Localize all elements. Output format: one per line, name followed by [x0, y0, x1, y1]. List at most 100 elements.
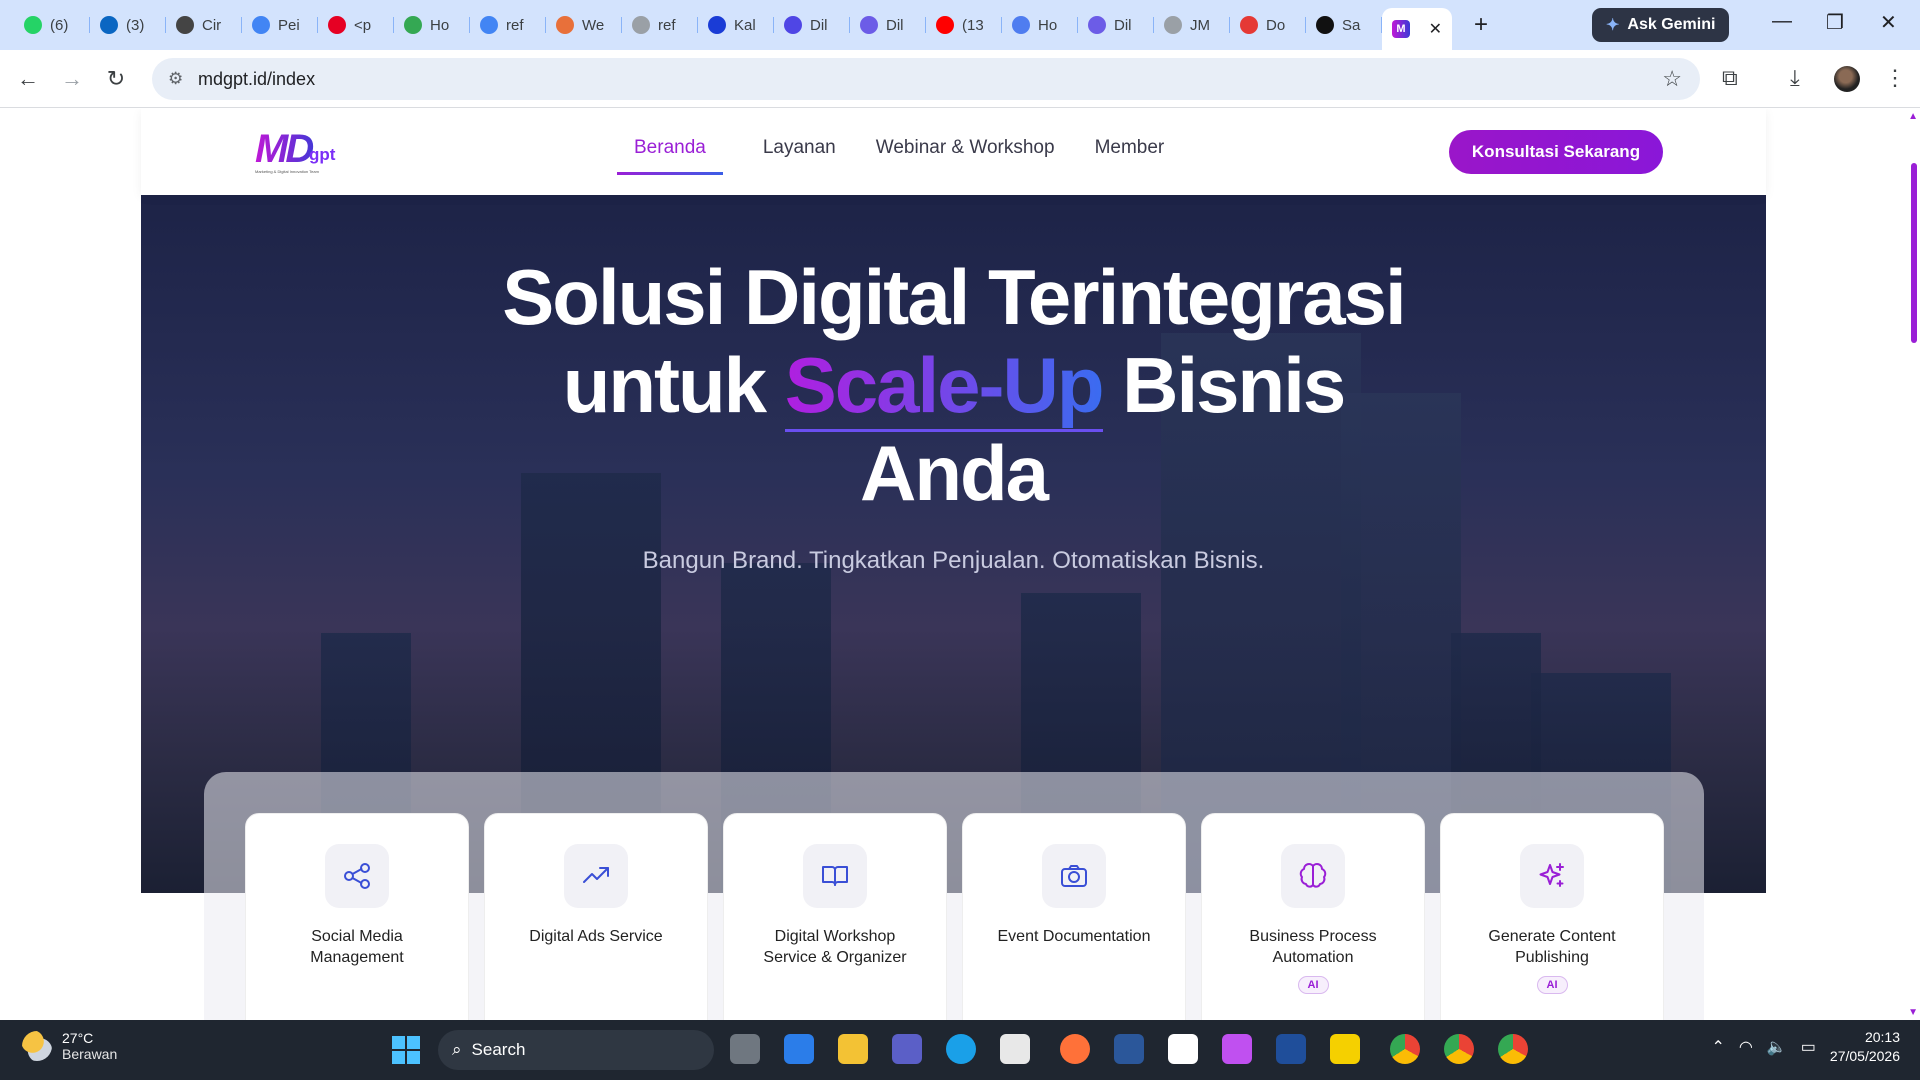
azure-icon[interactable] — [1276, 1034, 1306, 1064]
scrollbar-thumb[interactable] — [1911, 163, 1917, 343]
tab-label: We — [582, 16, 605, 34]
service-title: Digital Ads Service — [529, 928, 663, 945]
service-title: Social Media Management — [310, 928, 404, 966]
browser-tab[interactable]: Pei — [242, 8, 318, 42]
service-card[interactable]: Business Process Automation AI — [1201, 813, 1425, 1020]
teams-icon[interactable] — [892, 1034, 922, 1064]
browser-tab[interactable]: <p — [318, 8, 394, 42]
s-icon — [1316, 16, 1334, 34]
nav-beranda[interactable]: Beranda — [617, 137, 723, 175]
scroll-down-icon[interactable]: ▼ — [1908, 1007, 1918, 1018]
chrome-profile-icon[interactable] — [1498, 1034, 1528, 1064]
reload-icon[interactable]: ↻ — [94, 66, 138, 92]
sparkles-icon — [1520, 844, 1584, 908]
word-icon[interactable] — [1114, 1034, 1144, 1064]
scroll-up-icon[interactable]: ▲ — [1908, 111, 1918, 122]
browser-tab[interactable]: Cir — [166, 8, 242, 42]
close-tab-icon[interactable]: ✕ — [1429, 19, 1442, 39]
nav-layanan[interactable]: Layanan — [763, 137, 836, 167]
copilot-icon[interactable] — [1222, 1034, 1252, 1064]
share-icon — [325, 844, 389, 908]
service-card[interactable]: Digital Workshop Service & Organizer — [723, 813, 947, 1020]
main-menu: Beranda Layanan Webinar & Workshop Membe… — [617, 137, 1165, 175]
browser-tab[interactable]: Ho — [1002, 8, 1078, 42]
service-card[interactable]: Digital Ads Service — [484, 813, 708, 1020]
edge-icon[interactable] — [946, 1034, 976, 1064]
weather-widget[interactable]: 27°C Berawan — [22, 1030, 117, 1062]
loading-icon — [1164, 16, 1182, 34]
forward-icon[interactable]: → — [50, 66, 94, 92]
gemini-icon: ✦ — [1606, 17, 1620, 34]
service-card[interactable]: Generate Content Publishing AI — [1440, 813, 1664, 1020]
app-icon[interactable] — [1168, 1034, 1198, 1064]
battery-icon[interactable]: ▭ — [1801, 1037, 1816, 1057]
bookmark-star-icon[interactable]: ☆ — [1662, 66, 1682, 92]
sticky-notes-icon[interactable] — [1330, 1034, 1360, 1064]
close-window-icon[interactable]: ✕ — [1880, 10, 1897, 35]
clock[interactable]: 20:13 27/05/2026 — [1830, 1028, 1900, 1066]
browser-tab[interactable]: (6) — [14, 8, 90, 42]
browser-tab[interactable]: Kal — [698, 8, 774, 42]
browser-tab[interactable]: Do — [1230, 8, 1306, 42]
taskbar-search[interactable]: ⌕ Search — [438, 1030, 714, 1070]
search-placeholder: Search — [471, 1040, 526, 1059]
firefox-icon[interactable] — [1060, 1034, 1090, 1064]
volume-icon[interactable]: 🔈 — [1767, 1037, 1787, 1057]
page-scrollbar[interactable]: ▲ ▼ — [1906, 109, 1920, 1020]
address-bar[interactable]: ⚙ mdgpt.id/index ☆ — [152, 58, 1700, 100]
start-button[interactable] — [392, 1036, 420, 1064]
menu-dots-icon[interactable]: ⋮ — [1884, 65, 1906, 91]
browser-tab[interactable]: JM — [1154, 8, 1230, 42]
new-tab-button[interactable]: + — [1474, 11, 1488, 39]
chevron-up-icon[interactable]: ⌃ — [1712, 1037, 1725, 1057]
lens-search-icon[interactable]: ⧉ — [1722, 65, 1738, 91]
browser-tab[interactable]: Ho — [394, 8, 470, 42]
browser-tab[interactable]: ref — [470, 8, 546, 42]
browser-tab[interactable]: Dil — [850, 8, 926, 42]
browser-tab[interactable]: We — [546, 8, 622, 42]
browser-tab[interactable]: ref — [622, 8, 698, 42]
linkedin-icon — [100, 16, 118, 34]
tab-label: (3) — [126, 16, 145, 34]
c-icon — [1012, 16, 1030, 34]
active-tab[interactable]: M ✕ — [1382, 8, 1452, 50]
nav-webinar-workshop[interactable]: Webinar & Workshop — [876, 137, 1055, 167]
chrome-icon[interactable] — [1390, 1034, 1420, 1064]
url-text: mdgpt.id/index — [198, 68, 316, 89]
tab-label: Do — [1266, 16, 1286, 34]
browser-tab[interactable]: (13 — [926, 8, 1002, 42]
tab-label: Ho — [430, 16, 450, 34]
restore-icon[interactable]: ❐ — [1826, 10, 1844, 35]
heart-icon — [1240, 16, 1258, 34]
service-card[interactable]: Social Media Management — [245, 813, 469, 1020]
download-icon[interactable]: ⤓ — [1790, 65, 1800, 91]
heart-chat-icon — [1088, 16, 1106, 34]
ask-gemini-button[interactable]: ✦ Ask Gemini — [1592, 8, 1730, 42]
site-logo[interactable]: MD gpt Marketing & Digital Innovation Te… — [255, 129, 335, 174]
service-card[interactable]: Event Documentation — [962, 813, 1186, 1020]
store-icon[interactable] — [1000, 1034, 1030, 1064]
whatsapp-icon — [24, 16, 42, 34]
browser-tab[interactable]: Dil — [774, 8, 850, 42]
browser-tab[interactable]: Sa — [1306, 8, 1382, 42]
minimize-icon[interactable]: — — [1772, 10, 1792, 33]
file-explorer-icon[interactable] — [838, 1034, 868, 1064]
browser-tab[interactable]: (3) — [90, 8, 166, 42]
browser-tab[interactable]: Dil — [1078, 8, 1154, 42]
service-title: Digital Workshop Service & Organizer — [763, 928, 907, 966]
nav-member[interactable]: Member — [1095, 137, 1165, 167]
weather-condition: Berawan — [62, 1046, 118, 1062]
vscode-icon[interactable] — [784, 1034, 814, 1064]
consult-now-button[interactable]: Konsultasi Sekarang — [1449, 130, 1663, 174]
hero-headline: Solusi Digital Terintegrasi untuk Scale-… — [141, 253, 1766, 517]
task-view-icon[interactable] — [730, 1034, 760, 1064]
hero-line-2-pre: untuk — [562, 341, 785, 429]
chrome-profile-icon[interactable] — [1444, 1034, 1474, 1064]
back-icon[interactable]: ← — [6, 66, 50, 92]
claude-icon — [556, 16, 574, 34]
wifi-icon[interactable]: ◠ — [1739, 1037, 1753, 1057]
profile-avatar[interactable] — [1834, 66, 1860, 92]
search-icon: ⌕ — [452, 1040, 462, 1059]
clock-date: 27/05/2026 — [1829, 1048, 1900, 1064]
site-settings-icon[interactable]: ⚙ — [168, 69, 183, 89]
